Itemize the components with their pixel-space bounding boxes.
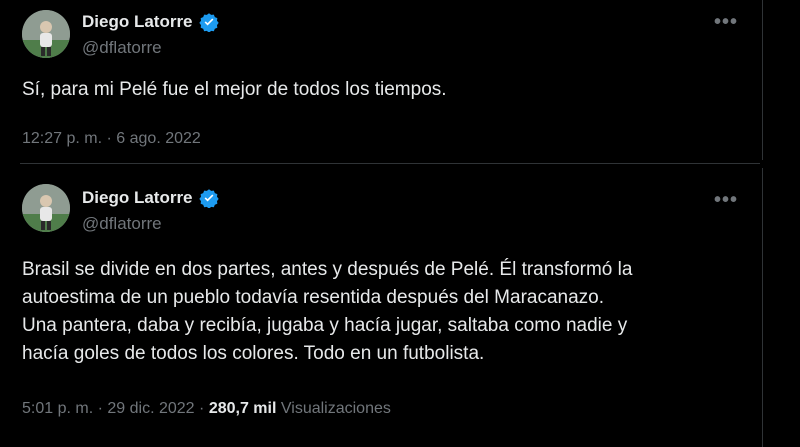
- author-name[interactable]: Diego Latorre: [82, 188, 193, 208]
- verified-badge-icon: [198, 189, 219, 208]
- author-handle[interactable]: @dflatorre: [82, 38, 162, 58]
- more-options-icon[interactable]: •••: [714, 190, 738, 210]
- tweet-text: Brasil se divide en dos partes, antes y …: [22, 256, 752, 368]
- tweet-timestamp[interactable]: 12:27 p. m. · 6 ago. 2022: [22, 130, 201, 148]
- author-handle[interactable]: @dflatorre: [82, 214, 162, 234]
- author-name-row: Diego Latorre: [82, 188, 219, 208]
- author-avatar[interactable]: [22, 184, 70, 232]
- author-name-row: Diego Latorre: [82, 12, 219, 32]
- verified-badge-icon: [198, 13, 219, 32]
- tweet-date[interactable]: 29 dic. 2022: [107, 400, 194, 417]
- tweet-text-line: Una pantera, daba y recibía, jugaba y ha…: [22, 315, 628, 336]
- views-count[interactable]: 280,7 mil: [209, 400, 277, 417]
- tweet-card[interactable]: Diego Latorre @dflatorre ••• Brasil se d…: [0, 168, 763, 447]
- tweet-text-line: autoestima de un pueblo todavía resentid…: [22, 287, 605, 308]
- avatar-image: [22, 10, 70, 58]
- tweet-text-line: Brasil se divide en dos partes, antes y …: [22, 259, 633, 280]
- meta-separator: ·: [106, 130, 112, 147]
- avatar-image: [22, 184, 70, 232]
- meta-separator: ·: [199, 400, 205, 417]
- more-options-icon[interactable]: •••: [714, 12, 738, 32]
- author-name[interactable]: Diego Latorre: [82, 12, 193, 32]
- tweet-time[interactable]: 5:01 p. m.: [22, 400, 93, 417]
- tweet-time: 12:27 p. m.: [22, 130, 103, 147]
- tweet-text: Sí, para mi Pelé fue el mejor de todos l…: [22, 79, 447, 100]
- tweet-date: 6 ago. 2022: [116, 130, 201, 147]
- tweet-card[interactable]: Diego Latorre @dflatorre ••• Sí, para mi…: [0, 0, 763, 160]
- author-avatar[interactable]: [22, 10, 70, 58]
- tweet-divider: [20, 163, 760, 164]
- tweet-text-line: hacía goles de todos los colores. Todo e…: [22, 343, 485, 364]
- tweet-meta: 5:01 p. m. · 29 dic. 2022 · 280,7 mil Vi…: [22, 400, 391, 418]
- views-label[interactable]: Visualizaciones: [281, 400, 391, 417]
- meta-separator: ·: [97, 400, 103, 417]
